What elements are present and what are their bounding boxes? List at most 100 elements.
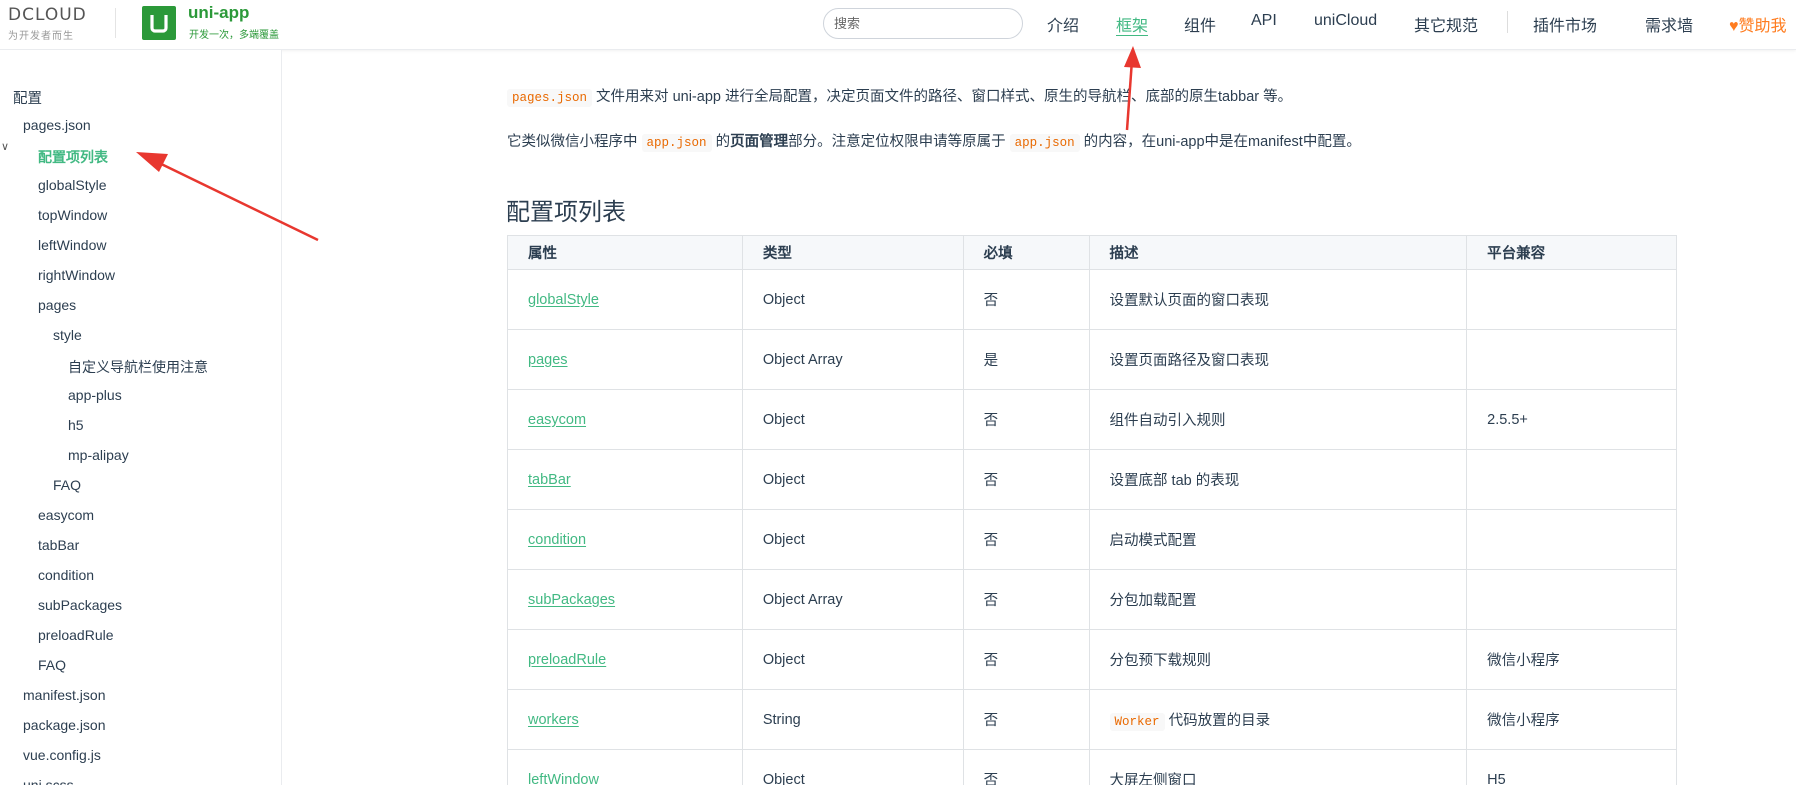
table-cell: 组件自动引入规则 <box>1088 389 1468 450</box>
chevron-down-icon[interactable]: ∨ <box>1 140 9 153</box>
top-navbar: DCLOUD 为开发者而生 uni-app 开发一次，多端覆盖 搜索 介绍 框架… <box>0 0 1796 50</box>
dcloud-logo[interactable]: DCLOUD 为开发者而生 <box>8 6 103 42</box>
attr-link-preloadrule[interactable]: preloadRule <box>528 652 606 668</box>
sidebar-item-vue-config-js[interactable]: vue.config.js <box>23 747 101 763</box>
sidebar-item-custom-nav-notes[interactable]: 自定义导航栏使用注意 <box>68 357 208 377</box>
table-cell: easycom <box>507 389 743 450</box>
inline-code: Worker <box>1109 713 1165 731</box>
attr-link-condition[interactable]: condition <box>528 532 586 548</box>
table-row: pages Object Array 是 设置页面路径及窗口表现 <box>507 329 1677 390</box>
col-header-platform: 平台兼容 <box>1466 235 1677 270</box>
config-table: 属性 类型 必填 描述 平台兼容 globalStyle Object 否 设置… <box>507 235 1677 785</box>
sidebar-item-pages[interactable]: pages <box>38 297 76 313</box>
table-cell: leftWindow <box>507 749 743 785</box>
sidebar-item-style-faq[interactable]: FAQ <box>53 477 81 493</box>
table-cell: 否 <box>962 689 1090 750</box>
sidebar-item-h5[interactable]: h5 <box>68 417 84 433</box>
table-cell: Object <box>741 389 964 450</box>
inline-code: app.json <box>1009 134 1080 152</box>
sidebar-item-manifest-json[interactable]: manifest.json <box>23 687 105 703</box>
note-text-1: 它类似微信小程序中 <box>507 134 642 150</box>
table-cell: Object <box>741 749 964 785</box>
table-cell <box>1466 509 1677 570</box>
nav-link-requests[interactable]: 需求墙 <box>1645 12 1693 36</box>
sidebar-item-globalstyle[interactable]: globalStyle <box>38 177 107 193</box>
sponsor-link[interactable]: ♥赞助我 <box>1729 12 1787 36</box>
uni-app-title[interactable]: uni-app <box>188 3 249 23</box>
sidebar-item-preloadrule[interactable]: preloadRule <box>38 627 114 643</box>
sidebar-item-app-plus[interactable]: app-plus <box>68 387 122 403</box>
nav-link-components[interactable]: 组件 <box>1184 12 1216 36</box>
note-text-4: 的内容，在uni-app中是在manifest中配置。 <box>1079 134 1361 150</box>
attr-link-easycom[interactable]: easycom <box>528 412 586 428</box>
attr-link-tabbar[interactable]: tabBar <box>528 472 571 488</box>
sidebar-item-tabbar[interactable]: tabBar <box>38 537 79 553</box>
nav-link-unicloud[interactable]: uniCloud <box>1314 12 1377 30</box>
table-cell: 设置底部 tab 的表现 <box>1088 449 1468 510</box>
table-cell: preloadRule <box>507 629 743 690</box>
table-row: easycom Object 否 组件自动引入规则 2.5.5+ <box>507 389 1677 450</box>
sidebar-item-package-json[interactable]: package.json <box>23 717 106 733</box>
nav-link-plugin-market[interactable]: 插件市场 <box>1533 12 1597 36</box>
table-row: workers String 否 Worker 代码放置的目录 微信小程序 <box>507 689 1677 750</box>
note-text-2: 的 <box>711 134 731 150</box>
table-cell: 分包加载配置 <box>1088 569 1468 630</box>
table-cell: 微信小程序 <box>1466 629 1677 690</box>
table-row: globalStyle Object 否 设置默认页面的窗口表现 <box>507 269 1677 330</box>
table-cell: 否 <box>962 509 1090 570</box>
sidebar-item-easycom[interactable]: easycom <box>38 507 94 523</box>
note-text-3: 部分。注意定位权限申请等原属于 <box>788 134 1010 150</box>
uni-app-logo-icon[interactable] <box>142 6 176 40</box>
table-cell <box>1466 269 1677 330</box>
table-cell: 启动模式配置 <box>1088 509 1468 570</box>
table-cell <box>1466 569 1677 630</box>
table-cell: H5 <box>1466 749 1677 785</box>
sidebar-item-style[interactable]: style <box>53 327 82 343</box>
table-row: leftWindow Object 否 大屏左侧窗口 H5 <box>507 749 1677 785</box>
table-cell: Object <box>741 449 964 510</box>
nav-link-api[interactable]: API <box>1251 12 1277 30</box>
table-cell <box>1466 449 1677 510</box>
table-cell: 微信小程序 <box>1466 689 1677 750</box>
table-row: condition Object 否 启动模式配置 <box>507 509 1677 570</box>
sidebar-item-faq[interactable]: FAQ <box>38 657 66 673</box>
attr-link-subpackages[interactable]: subPackages <box>528 592 615 608</box>
attr-link-pages[interactable]: pages <box>528 352 568 368</box>
table-cell: Object <box>741 509 964 570</box>
search-input[interactable]: 搜索 <box>823 8 1023 39</box>
attr-link-workers[interactable]: workers <box>528 712 579 728</box>
table-cell: Object Array <box>741 329 964 390</box>
table-cell <box>1466 329 1677 390</box>
brand-divider <box>115 8 116 38</box>
table-cell: 否 <box>962 269 1090 330</box>
table-cell: globalStyle <box>507 269 743 330</box>
table-cell: 分包预下载规则 <box>1088 629 1468 690</box>
table-row: preloadRule Object 否 分包预下载规则 微信小程序 <box>507 629 1677 690</box>
table-header-row: 属性 类型 必填 描述 平台兼容 <box>507 235 1677 270</box>
section-heading: 配置项列表 <box>506 199 626 226</box>
sidebar-item-uni-scss[interactable]: uni.scss <box>23 777 74 785</box>
dcloud-tagline: 为开发者而生 <box>8 31 74 42</box>
sidebar-item-topwindow[interactable]: topWindow <box>38 207 107 223</box>
table-cell: condition <box>507 509 743 570</box>
sidebar-item-subpackages[interactable]: subPackages <box>38 597 122 613</box>
attr-link-leftwindow[interactable]: leftWindow <box>528 772 599 785</box>
col-header-desc: 描述 <box>1088 235 1468 270</box>
heart-icon: ♥ <box>1729 18 1739 35</box>
table-cell: workers <box>507 689 743 750</box>
desc-text: 代码放置的目录 <box>1164 713 1271 729</box>
sidebar-item-leftwindow[interactable]: leftWindow <box>38 237 106 253</box>
table-cell: 是 <box>962 329 1090 390</box>
attr-link-globalstyle[interactable]: globalStyle <box>528 292 599 308</box>
sidebar-item-config-list[interactable]: 配置项列表 <box>38 147 108 167</box>
nav-link-other-specs[interactable]: 其它规范 <box>1414 12 1478 36</box>
sidebar-item-pages-json[interactable]: pages.json <box>23 117 91 133</box>
nav-link-intro[interactable]: 介绍 <box>1047 12 1079 36</box>
sidebar-item-rightwindow[interactable]: rightWindow <box>38 267 115 283</box>
intro-paragraph: pages.json 文件用来对 uni-app 进行全局配置，决定页面文件的路… <box>507 85 1292 107</box>
sidebar-item-mp-alipay[interactable]: mp-alipay <box>68 447 129 463</box>
nav-link-framework[interactable]: 框架 <box>1116 12 1148 36</box>
sponsor-label: 赞助我 <box>1738 18 1787 35</box>
sidebar-item-config[interactable]: 配置 <box>13 87 42 108</box>
sidebar-item-condition[interactable]: condition <box>38 567 94 583</box>
